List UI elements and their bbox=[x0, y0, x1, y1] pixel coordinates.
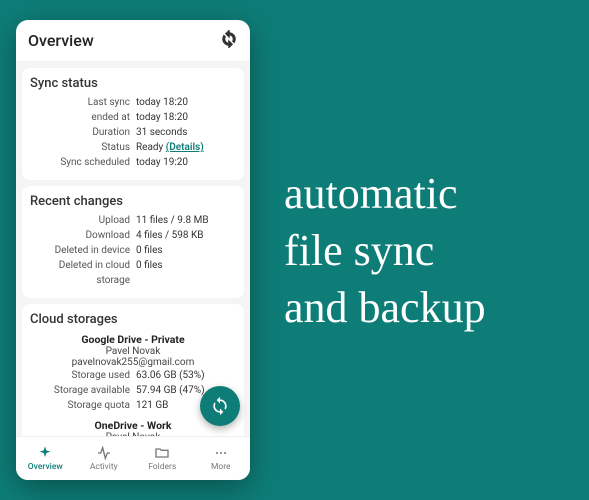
kv-row: StatusReady (Details) bbox=[30, 140, 236, 155]
tab-overview[interactable]: Overview bbox=[16, 437, 75, 480]
phone-frame: Overview Sync status Last synctoday 18:2… bbox=[16, 20, 250, 480]
sync-status-card: Sync status Last synctoday 18:20 ended a… bbox=[22, 68, 244, 180]
details-link[interactable]: (Details) bbox=[166, 142, 204, 153]
recent-changes-card: Recent changes Upload11 files / 9.8 MB D… bbox=[22, 186, 244, 298]
kv-row: Last synctoday 18:20 bbox=[30, 95, 236, 110]
more-icon bbox=[213, 445, 229, 461]
kv-row: Storage used63.06 GB (53%) bbox=[30, 368, 236, 383]
sync-icon[interactable] bbox=[220, 30, 238, 52]
cloud-storages-heading: Cloud storages bbox=[30, 312, 236, 327]
kv-row: Download4 files / 598 KB bbox=[30, 228, 236, 243]
kv-row: Sync scheduledtoday 19:20 bbox=[30, 155, 236, 170]
folder-icon bbox=[154, 445, 170, 461]
marketing-tagline: automatic file sync and backup bbox=[284, 165, 486, 337]
kv-row: ended attoday 18:20 bbox=[30, 110, 236, 125]
kv-row: Deleted in cloud storage0 files bbox=[30, 258, 236, 288]
tab-activity[interactable]: Activity bbox=[75, 437, 134, 480]
recent-changes-heading: Recent changes bbox=[30, 194, 236, 209]
sync-icon bbox=[210, 396, 230, 416]
sync-fab[interactable] bbox=[200, 386, 240, 426]
provider-block: OneDrive - Work Pavel Novak pavel@novakl… bbox=[30, 419, 236, 436]
sparkle-icon bbox=[37, 445, 53, 461]
kv-row: Upload11 files / 9.8 MB bbox=[30, 213, 236, 228]
kv-row: Duration31 seconds bbox=[30, 125, 236, 140]
tab-folders[interactable]: Folders bbox=[133, 437, 192, 480]
content-scroll[interactable]: Sync status Last synctoday 18:20 ended a… bbox=[16, 62, 250, 436]
sync-status-heading: Sync status bbox=[30, 76, 236, 91]
kv-row: Deleted in device0 files bbox=[30, 243, 236, 258]
provider-block: Google Drive - Private Pavel Novak pavel… bbox=[30, 333, 236, 368]
bottom-nav: Overview Activity Folders More bbox=[16, 436, 250, 480]
page-title: Overview bbox=[28, 31, 220, 50]
activity-icon bbox=[96, 445, 112, 461]
tab-more[interactable]: More bbox=[192, 437, 251, 480]
app-header: Overview bbox=[16, 20, 250, 62]
